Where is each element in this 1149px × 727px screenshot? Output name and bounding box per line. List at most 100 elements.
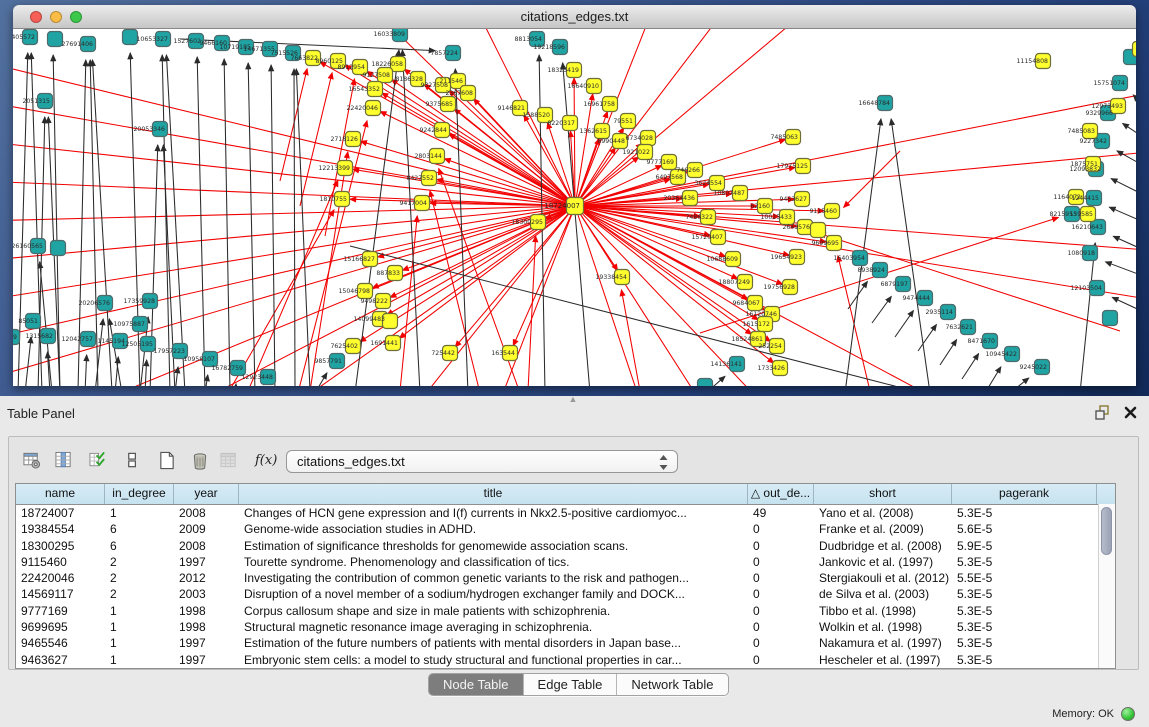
cell-year[interactable]: 2009 xyxy=(174,521,239,537)
cell-pagerank[interactable]: 5.6E-5 xyxy=(952,521,1097,537)
cell-out-de-[interactable]: 0 xyxy=(748,554,814,570)
table-row[interactable]: 969969511998Structural magnetic resonanc… xyxy=(16,619,1115,635)
network-window-titlebar[interactable]: citations_edges.txt xyxy=(13,5,1136,29)
cell-title[interactable]: Disruption of a novel member of a sodium… xyxy=(239,586,748,602)
cell-out-de-[interactable]: 0 xyxy=(748,586,814,602)
tab-node-table[interactable]: Node Table xyxy=(429,674,524,695)
cell-pagerank[interactable]: 5.3E-5 xyxy=(952,635,1097,651)
cell-year[interactable]: 2008 xyxy=(174,538,239,554)
cell-short[interactable]: Nakamura et al. (1997) xyxy=(814,635,952,651)
cell-out-de-[interactable]: 0 xyxy=(748,635,814,651)
graph-node[interactable] xyxy=(51,241,66,256)
cell-year[interactable]: 1998 xyxy=(174,603,239,619)
cell-title[interactable]: Estimation of significance thresholds fo… xyxy=(239,538,748,554)
cell-year[interactable]: 1997 xyxy=(174,554,239,570)
column-header-title[interactable]: title xyxy=(239,484,748,504)
cell-short[interactable]: Dudbridge et al. (2008) xyxy=(814,538,952,554)
cell-pagerank[interactable]: 5.3E-5 xyxy=(952,586,1097,602)
graph-node[interactable] xyxy=(1103,311,1118,326)
cell-short[interactable]: Hescheler et al. (1997) xyxy=(814,652,952,668)
cell-name[interactable]: 9465546 xyxy=(16,635,105,651)
cell-title[interactable]: Tourette syndrome. Phenomenology and cla… xyxy=(239,554,748,570)
table-body[interactable]: 1872400712008Changes of HCN gene express… xyxy=(16,505,1115,668)
cell-out-de-[interactable]: 0 xyxy=(748,603,814,619)
cell-short[interactable]: de Silva et al. (2003) xyxy=(814,586,952,602)
cell-short[interactable]: Wolkin et al. (1998) xyxy=(814,619,952,635)
cell-name[interactable]: 9463627 xyxy=(16,652,105,668)
cell-in-degree[interactable]: 6 xyxy=(105,538,174,554)
row-height-icon[interactable] xyxy=(124,451,142,470)
table-row[interactable]: 1872400712008Changes of HCN gene express… xyxy=(16,505,1115,521)
cell-out-de-[interactable]: 0 xyxy=(748,619,814,635)
column-header-pagerank[interactable]: pagerank xyxy=(952,484,1097,504)
cell-year[interactable]: 2003 xyxy=(174,586,239,602)
cell-out-de-[interactable]: 0 xyxy=(748,538,814,554)
close-panel-icon[interactable] xyxy=(1124,406,1137,419)
table-header-row[interactable]: namein_degreeyeartitle△ out_de...shortpa… xyxy=(16,484,1115,505)
network-table-select[interactable]: citations_edges.txt xyxy=(286,450,678,473)
cell-title[interactable]: Investigating the contribution of common… xyxy=(239,570,748,586)
cell-in-degree[interactable]: 1 xyxy=(105,652,174,668)
cell-in-degree[interactable]: 1 xyxy=(105,635,174,651)
tab-edge-table[interactable]: Edge Table xyxy=(524,674,618,695)
cell-short[interactable]: Jankovic et al. (1997) xyxy=(814,554,952,570)
cell-in-degree[interactable]: 2 xyxy=(105,586,174,602)
cell-year[interactable]: 2012 xyxy=(174,570,239,586)
table-row[interactable]: 1456911722003Disruption of a novel membe… xyxy=(16,586,1115,602)
column-header-year[interactable]: year xyxy=(174,484,239,504)
table-row[interactable]: 1830029562008Estimation of significance … xyxy=(16,538,1115,554)
vertical-scrollbar[interactable] xyxy=(1098,504,1115,668)
cell-name[interactable]: 9115460 xyxy=(16,554,105,570)
tab-network-table[interactable]: Network Table xyxy=(617,674,727,695)
scrollbar-thumb[interactable] xyxy=(1101,507,1112,555)
cell-short[interactable]: Yano et al. (2008) xyxy=(814,505,952,521)
graph-node[interactable] xyxy=(811,223,826,238)
cell-pagerank[interactable]: 5.9E-5 xyxy=(952,538,1097,554)
cell-in-degree[interactable]: 6 xyxy=(105,521,174,537)
table-row[interactable]: 946362711997Embryonic stem cells: a mode… xyxy=(16,652,1115,668)
cell-in-degree[interactable]: 1 xyxy=(105,619,174,635)
cell-out-de-[interactable]: 0 xyxy=(748,521,814,537)
column-header-in-degree[interactable]: in_degree xyxy=(105,484,174,504)
column-header-short[interactable]: short xyxy=(814,484,952,504)
cell-pagerank[interactable]: 5.5E-5 xyxy=(952,570,1097,586)
cell-out-de-[interactable]: 49 xyxy=(748,505,814,521)
cell-name[interactable]: 22420046 xyxy=(16,570,105,586)
cell-year[interactable]: 2008 xyxy=(174,505,239,521)
cell-name[interactable]: 18300295 xyxy=(16,538,105,554)
cell-name[interactable]: 9777169 xyxy=(16,603,105,619)
table-settings-icon[interactable] xyxy=(23,451,41,470)
table-column-edit-icon[interactable] xyxy=(55,451,73,470)
cell-title[interactable]: Corpus callosum shape and size in male p… xyxy=(239,603,748,619)
graph-node[interactable] xyxy=(698,379,713,387)
graph-node[interactable] xyxy=(1133,42,1137,57)
table-row[interactable]: 946554611997Estimation of the future num… xyxy=(16,635,1115,651)
cell-year[interactable]: 1998 xyxy=(174,619,239,635)
cell-pagerank[interactable]: 5.3E-5 xyxy=(952,619,1097,635)
cell-pagerank[interactable]: 5.3E-5 xyxy=(952,603,1097,619)
function-builder-icon[interactable]: f(x) xyxy=(255,451,281,470)
cell-pagerank[interactable]: 5.3E-5 xyxy=(952,505,1097,521)
table-row[interactable]: 911546021997Tourette syndrome. Phenomeno… xyxy=(16,554,1115,570)
cell-year[interactable]: 1997 xyxy=(174,635,239,651)
network-view-window[interactable]: citations_edges.txt 24055722769140610653… xyxy=(13,5,1136,386)
delete-trash-icon[interactable] xyxy=(191,451,209,470)
citation-network-graph[interactable]: 2405572276914061065332715276029466160107… xyxy=(13,29,1136,386)
cell-short[interactable]: Stergiakouli et al. (2012) xyxy=(814,570,952,586)
column-header-name[interactable]: name xyxy=(16,484,105,504)
cell-in-degree[interactable]: 2 xyxy=(105,570,174,586)
cell-in-degree[interactable]: 1 xyxy=(105,603,174,619)
cell-title[interactable]: Structural magnetic resonance image aver… xyxy=(239,619,748,635)
select-all-columns-icon[interactable] xyxy=(89,451,107,470)
graph-node[interactable] xyxy=(48,32,63,47)
table-row[interactable]: 977716911998Corpus callosum shape and si… xyxy=(16,603,1115,619)
float-panel-icon[interactable] xyxy=(1095,405,1110,420)
cell-in-degree[interactable]: 1 xyxy=(105,505,174,521)
cell-pagerank[interactable]: 5.3E-5 xyxy=(952,652,1097,668)
cell-name[interactable]: 9699695 xyxy=(16,619,105,635)
graph-node[interactable] xyxy=(123,30,138,45)
node-attribute-table[interactable]: namein_degreeyeartitle△ out_de...shortpa… xyxy=(15,483,1116,669)
table-row[interactable]: 2242004622012Investigating the contribut… xyxy=(16,570,1115,586)
cell-short[interactable]: Tibbo et al. (1998) xyxy=(814,603,952,619)
cell-out-de-[interactable]: 0 xyxy=(748,652,814,668)
